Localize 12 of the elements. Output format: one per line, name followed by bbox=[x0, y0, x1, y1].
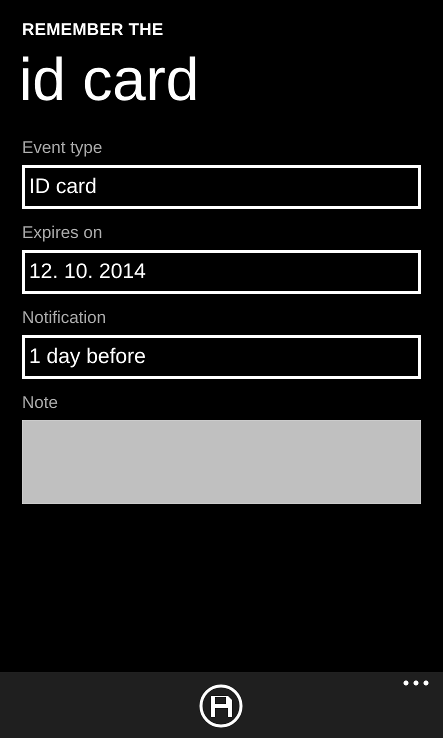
page-title: id card bbox=[19, 48, 200, 112]
save-icon[interactable] bbox=[199, 684, 243, 728]
field-label: Note bbox=[22, 393, 58, 413]
field-label: Expires on bbox=[22, 223, 102, 243]
more-icon[interactable] bbox=[403, 680, 429, 686]
note-field[interactable] bbox=[22, 420, 421, 504]
field-label: Event type bbox=[22, 138, 102, 158]
input-field[interactable]: 1 day before bbox=[22, 335, 421, 379]
app-title: REMEMBER THE bbox=[22, 20, 164, 40]
input-field[interactable]: ID card bbox=[22, 165, 421, 209]
input-field[interactable]: 12. 10. 2014 bbox=[22, 250, 421, 294]
field-label: Notification bbox=[22, 308, 106, 328]
